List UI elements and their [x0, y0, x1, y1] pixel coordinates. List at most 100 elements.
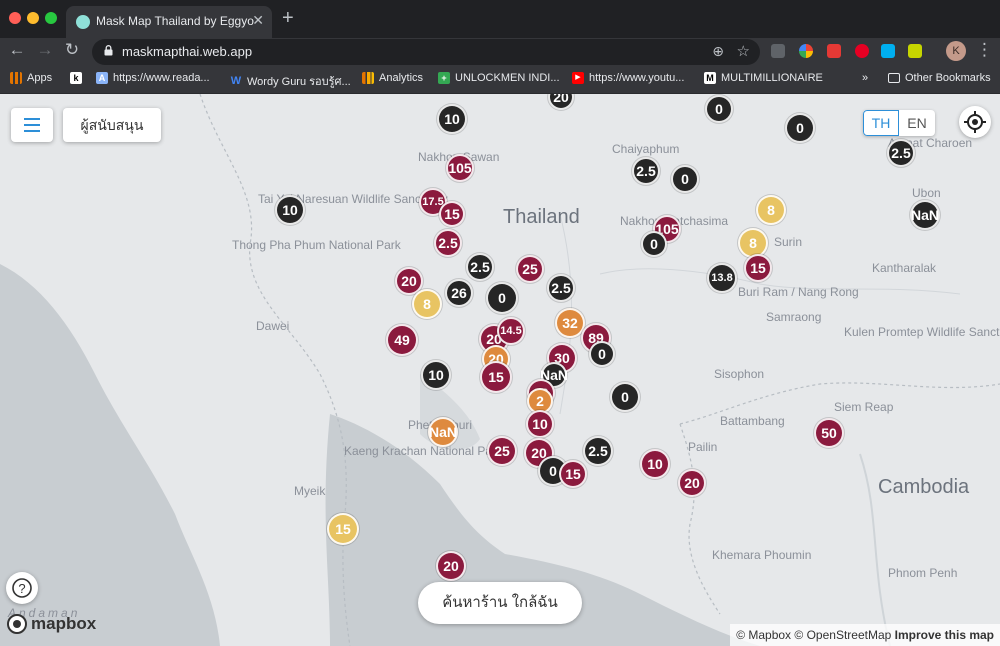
shop-cluster-marker[interactable]: 14.5	[497, 317, 525, 345]
shop-cluster-marker[interactable]: 50	[814, 418, 844, 448]
shop-cluster-marker[interactable]: 25	[487, 436, 517, 466]
url-text[interactable]: maskmapthai.web.app	[122, 44, 252, 59]
tab-mask-map[interactable]: Mask Map Thailand by Eggyo ✕	[66, 6, 272, 38]
bookmark-other[interactable]: Other Bookmarks	[888, 72, 991, 84]
shop-cluster-marker[interactable]: 8	[412, 289, 442, 319]
reload-icon[interactable]: ↻	[61, 40, 83, 60]
shop-cluster-marker[interactable]: 20	[436, 551, 466, 581]
map-canvas[interactable]: Thailand Cambodia Nakhon Sawan Chaiyaphu…	[0, 94, 1000, 646]
folder-icon	[888, 73, 900, 83]
youtube-icon: ▶	[572, 72, 584, 84]
shop-cluster-marker[interactable]: 49	[386, 324, 418, 356]
map-label-kaeng-krachan: Kaeng Krachan National Park	[344, 444, 503, 458]
maximize-window-button[interactable]	[45, 12, 57, 24]
shop-cluster-marker[interactable]: 13.8	[707, 263, 737, 293]
bookmark-apps[interactable]: Apps	[10, 72, 52, 84]
shop-cluster-marker[interactable]: 10	[640, 449, 670, 479]
shop-cluster-marker[interactable]: 2.5	[887, 139, 915, 167]
shop-cluster-marker[interactable]: 8	[738, 228, 768, 258]
shop-cluster-marker[interactable]: 0	[610, 382, 640, 412]
extension-spy-icon[interactable]	[771, 44, 785, 58]
bookmark-unlockmen[interactable]: + UNLOCKMEN INDI...	[438, 72, 560, 84]
bookmark-readable[interactable]: A https://www.reada...	[96, 72, 210, 84]
address-bar[interactable]: maskmapthai.web.app ⊕ ☆	[92, 39, 760, 65]
hamburger-menu-button[interactable]	[11, 108, 53, 142]
shop-cluster-marker[interactable]: 2.5	[632, 157, 660, 185]
shop-cluster-marker[interactable]: 26	[445, 279, 473, 307]
bookmark-analytics[interactable]: Analytics	[362, 72, 423, 84]
bookmark-label: MULTIMILLIONAIRE	[721, 72, 823, 84]
extension-pinterest-icon[interactable]	[855, 44, 869, 58]
extension-yellow-tag-icon[interactable]	[908, 44, 922, 58]
bookmark-star-icon[interactable]: ☆	[737, 42, 750, 60]
shop-cluster-marker[interactable]: NaN	[910, 200, 940, 230]
shop-cluster-marker[interactable]: 0	[785, 113, 815, 143]
bookmarks-overflow-chevron[interactable]: »	[862, 72, 868, 84]
zoom-magnifier-icon[interactable]: ⊕	[712, 43, 724, 60]
map-label-myeik: Myeik	[294, 484, 326, 498]
close-window-button[interactable]	[9, 12, 21, 24]
bookmark-youtube[interactable]: ▶ https://www.youtu...	[572, 72, 684, 84]
bookmark-multimillionaire[interactable]: M MULTIMILLIONAIRE	[704, 72, 823, 84]
search-nearby-button[interactable]: ค้นหาร้าน ใกล้ฉัน	[418, 582, 582, 624]
language-en-button[interactable]: EN	[899, 110, 935, 136]
forward-icon[interactable]: →	[34, 40, 56, 60]
shop-cluster-marker[interactable]: 0	[486, 282, 518, 314]
shop-cluster-marker[interactable]: 2.5	[547, 274, 575, 302]
shop-cluster-marker[interactable]: 10	[421, 360, 451, 390]
shop-cluster-marker[interactable]: 105	[446, 154, 474, 182]
shop-cluster-marker[interactable]: 2.5	[583, 436, 613, 466]
attribution-osm-link[interactable]: © OpenStreetMap	[794, 628, 891, 642]
map-label-dawei: Dawei	[256, 319, 290, 333]
shop-cluster-marker[interactable]: 20	[678, 469, 706, 497]
profile-avatar[interactable]: K	[946, 41, 966, 61]
shop-cluster-marker[interactable]: 15	[559, 460, 587, 488]
extension-red-play-icon[interactable]	[827, 44, 841, 58]
bookmark-label: Wordy Guru รอบรู้ศ...	[247, 76, 351, 88]
shop-cluster-marker[interactable]: 10	[275, 195, 305, 225]
shop-cluster-marker[interactable]: 15	[480, 361, 512, 393]
map-label-ubon: Ubon	[912, 186, 941, 200]
tab-close-icon[interactable]: ✕	[252, 12, 264, 29]
map-label-buri-ram: Buri Ram / Nang Rong	[738, 285, 859, 299]
geolocate-button[interactable]	[959, 106, 991, 138]
extension-google-icon[interactable]	[799, 44, 813, 58]
bookmarks-bar: Apps k A https://www.reada... W Wordy Gu…	[0, 66, 1000, 94]
multimillionaire-m-icon: M	[704, 72, 716, 84]
shop-cluster-marker[interactable]: 2.5	[434, 229, 462, 257]
shop-cluster-marker[interactable]: 15	[744, 254, 772, 282]
shop-cluster-marker[interactable]: NaN	[428, 417, 458, 447]
language-th-button[interactable]: TH	[863, 110, 899, 136]
supporters-button[interactable]: ผู้สนับสนุน	[63, 108, 161, 142]
back-icon[interactable]: ←	[6, 40, 28, 60]
minimize-window-button[interactable]	[27, 12, 39, 24]
attribution-mapbox-link[interactable]: © Mapbox	[736, 628, 791, 642]
shop-cluster-marker[interactable]: 0	[671, 165, 699, 193]
map-label-phnom-penh: Phnom Penh	[888, 566, 958, 580]
tab-title: Mask Map Thailand by Eggyo	[96, 14, 254, 28]
bookmark-wordy-guru[interactable]: W Wordy Guru รอบรู้ศ...	[230, 72, 351, 90]
map-label-thong-pha-phum: Thong Pha Phum National Park	[232, 238, 401, 252]
improve-map-link[interactable]: Improve this map	[895, 628, 994, 642]
map-attribution: © Mapbox © OpenStreetMap Improve this ma…	[730, 624, 1000, 646]
shop-cluster-marker[interactable]: 0	[705, 95, 733, 123]
mapbox-logo-text: mapbox	[31, 614, 97, 633]
mapbox-logo[interactable]: mapbox	[6, 613, 96, 635]
map-label-sisophon: Sisophon	[714, 367, 765, 381]
extension-skype-icon[interactable]	[881, 44, 895, 58]
shop-cluster-marker[interactable]: 8	[756, 195, 786, 225]
shop-cluster-marker[interactable]: 10	[526, 410, 554, 438]
shop-cluster-marker[interactable]: 2.5	[466, 253, 494, 281]
shop-cluster-marker[interactable]: 25	[516, 255, 544, 283]
shop-cluster-marker[interactable]: 15	[439, 201, 465, 227]
shop-cluster-marker[interactable]: 15	[327, 513, 359, 545]
map-label-surin: Surin	[774, 235, 803, 249]
bookmark-kickstarter[interactable]: k	[70, 72, 82, 84]
help-button[interactable]: ?	[6, 572, 38, 604]
shop-cluster-marker[interactable]: 0	[641, 231, 667, 257]
new-tab-button[interactable]: +	[282, 8, 294, 28]
shop-cluster-marker[interactable]: 0	[589, 341, 615, 367]
shop-cluster-marker[interactable]: 10	[437, 104, 467, 134]
crosshair-locate-icon	[964, 111, 986, 133]
browser-menu-icon[interactable]: ⋮	[976, 40, 993, 60]
